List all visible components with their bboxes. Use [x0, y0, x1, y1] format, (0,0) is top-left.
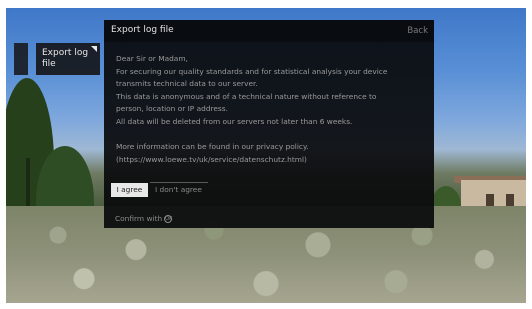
- body-line: This data is anonymous and of a technica…: [116, 91, 377, 101]
- body-line: transmits technical data to our server.: [116, 79, 258, 89]
- back-button[interactable]: Back: [407, 26, 428, 36]
- confirm-hint: Confirm with OK: [115, 214, 172, 223]
- dialog-title: Export log file: [111, 25, 174, 35]
- dialog-header: Export log file Back: [104, 20, 434, 42]
- house-window: [486, 194, 494, 206]
- menu-stub[interactable]: [14, 43, 28, 75]
- body-line: All data will be deleted from our server…: [116, 116, 353, 126]
- body-line: For securing our quality standards and f…: [116, 66, 388, 76]
- agree-button[interactable]: I agree: [111, 183, 148, 197]
- body-line: person, location or IP address.: [116, 104, 228, 114]
- house-window: [506, 194, 514, 206]
- disagree-button[interactable]: I don't agree: [155, 183, 202, 197]
- menu-item-export-log-file[interactable]: Export log file: [36, 43, 100, 75]
- ok-button-icon: OK: [164, 214, 173, 223]
- corner-marker-icon: [91, 46, 97, 52]
- export-log-dialog: Export log file Back Dear Sir or Madam, …: [104, 20, 434, 228]
- body-line: Dear Sir or Madam,: [116, 54, 188, 63]
- menu-item-label: Export log file: [42, 48, 89, 69]
- confirm-label: Confirm with: [115, 214, 163, 223]
- privacy-link: (https://www.loewe.tv/uk/service/datensc…: [116, 154, 307, 164]
- privacy-line: More information can be found in our pri…: [116, 142, 309, 152]
- tv-screen: Export log file Export log file Back Dea…: [6, 8, 526, 303]
- dialog-body: Dear Sir or Madam, For securing our qual…: [116, 53, 428, 166]
